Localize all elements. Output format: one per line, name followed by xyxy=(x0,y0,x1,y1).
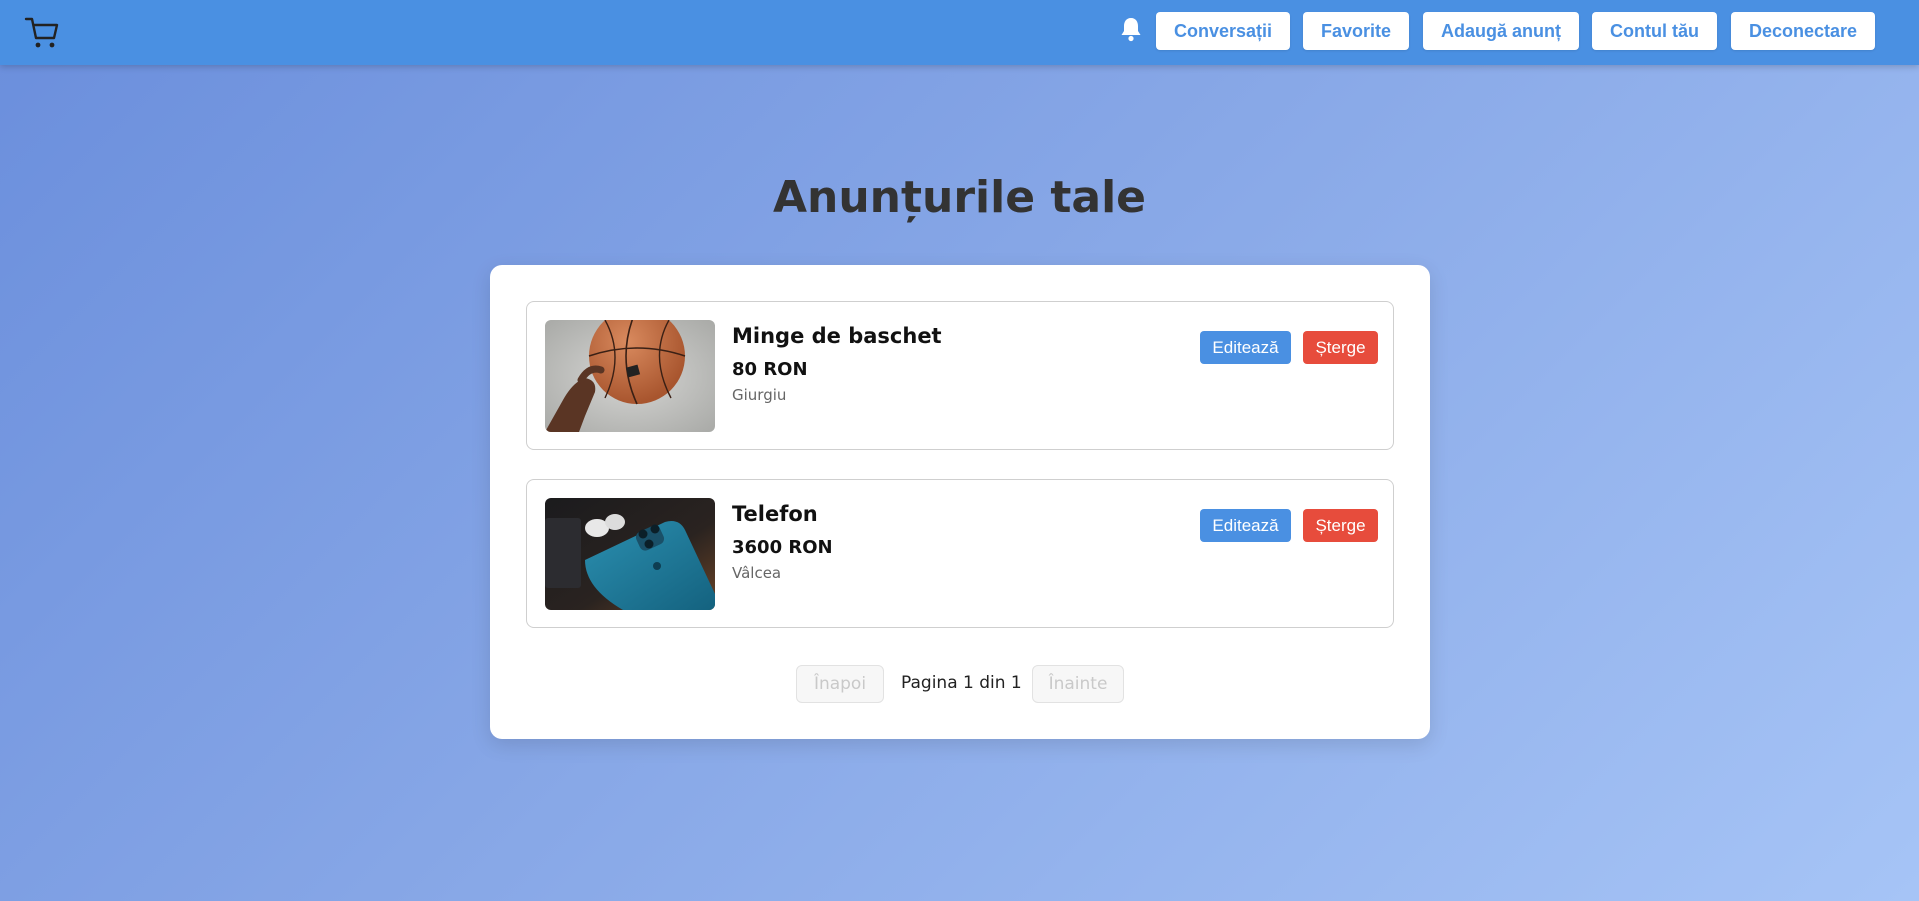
listing-card: Telefon 3600 RON Vâlcea Editează Șterge xyxy=(526,479,1394,628)
account-button[interactable]: Contul tău xyxy=(1592,12,1717,50)
edit-button[interactable]: Editează xyxy=(1200,509,1291,542)
phone-photo xyxy=(545,498,715,610)
listing-location: Vâlcea xyxy=(732,564,782,582)
listing-image[interactable] xyxy=(545,320,715,432)
pagination-status: Pagina 1 din 1 xyxy=(901,673,1022,693)
listing-image[interactable] xyxy=(545,498,715,610)
listing-location: Giurgiu xyxy=(732,386,787,404)
bell-icon[interactable] xyxy=(1119,16,1143,42)
conversations-button[interactable]: Conversații xyxy=(1156,12,1290,50)
logout-button[interactable]: Deconectare xyxy=(1731,12,1875,50)
add-listing-button[interactable]: Adaugă anunț xyxy=(1423,12,1579,50)
listing-price: 80 RON xyxy=(732,359,808,380)
listing-title[interactable]: Telefon xyxy=(732,502,818,526)
prev-page-button[interactable]: Înapoi xyxy=(796,665,884,703)
listing-card: Minge de baschet 80 RON Giurgiu Editează… xyxy=(526,301,1394,450)
page-title: Anunțurile tale xyxy=(772,172,1147,223)
delete-button[interactable]: Șterge xyxy=(1303,509,1378,542)
edit-button[interactable]: Editează xyxy=(1200,331,1291,364)
listing-title[interactable]: Minge de baschet xyxy=(732,324,942,348)
basketball-photo xyxy=(545,320,715,432)
favorites-button[interactable]: Favorite xyxy=(1303,12,1409,50)
delete-button[interactable]: Șterge xyxy=(1303,331,1378,364)
listing-price: 3600 RON xyxy=(732,537,833,558)
shopping-cart-icon[interactable] xyxy=(24,16,60,50)
top-navbar: Conversații Favorite Adaugă anunț Contul… xyxy=(0,0,1919,65)
listings-panel: Minge de baschet 80 RON Giurgiu Editează… xyxy=(490,265,1430,739)
next-page-button[interactable]: Înainte xyxy=(1032,665,1124,703)
